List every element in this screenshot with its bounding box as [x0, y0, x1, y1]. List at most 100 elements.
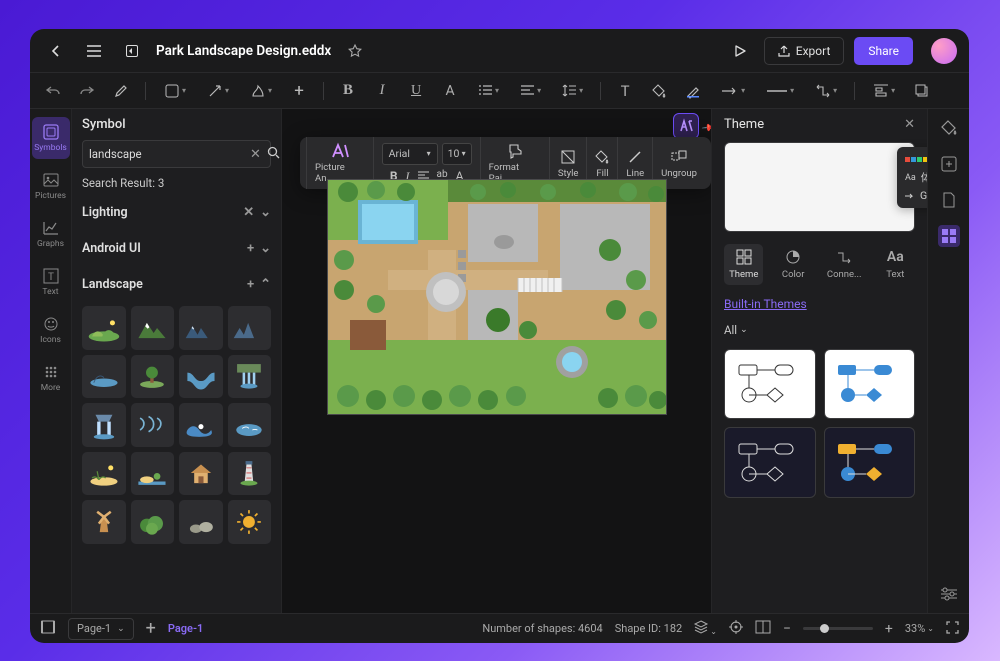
category-lighting[interactable]: Lighting✕⌄	[82, 198, 271, 226]
page-selector[interactable]: Page-1⌄	[68, 618, 134, 640]
symbol-pond[interactable]	[228, 403, 272, 447]
file-icon[interactable]	[118, 37, 146, 65]
page-width-icon[interactable]	[40, 620, 56, 637]
symbol-cascade[interactable]	[82, 403, 126, 447]
add-icon[interactable]: +	[286, 78, 312, 104]
symbol-wave[interactable]	[179, 403, 223, 447]
rightrail-add[interactable]	[938, 153, 960, 175]
text-tab[interactable]: AaText	[876, 244, 915, 285]
symbol-sun[interactable]	[228, 500, 272, 544]
menu-button[interactable]	[80, 37, 108, 65]
font-selector[interactable]: Arial▾	[382, 143, 438, 165]
category-android[interactable]: Android UI+⌄	[82, 234, 271, 262]
rightrail-page[interactable]	[938, 189, 960, 211]
symbol-stream[interactable]	[131, 403, 175, 447]
theme-thumb-4[interactable]	[824, 427, 916, 497]
connector-style-dropdown[interactable]: ▾	[808, 79, 843, 103]
symbol-waterfall[interactable]	[228, 355, 272, 399]
ai-button[interactable]	[673, 113, 699, 139]
theme-thumb-1[interactable]	[724, 349, 816, 419]
shape-align-dropdown[interactable]: ▾	[866, 79, 901, 103]
linespacing-dropdown[interactable]: ▾	[555, 79, 589, 103]
stroke-icon[interactable]	[680, 78, 706, 104]
bullets-dropdown[interactable]: ▾	[471, 79, 505, 103]
undo-button[interactable]	[40, 78, 66, 104]
close-panel-icon[interactable]: ✕	[904, 117, 915, 132]
rightrail-settings[interactable]	[938, 583, 960, 605]
export-button[interactable]: Export	[764, 37, 845, 65]
bold-button[interactable]: B	[335, 78, 361, 104]
theme-filter[interactable]: All⌄	[724, 323, 915, 337]
rail-pictures[interactable]: Pictures	[32, 165, 70, 207]
symbol-beach[interactable]	[82, 452, 126, 496]
search-field[interactable]: ✕	[82, 140, 271, 168]
symbol-peaks[interactable]	[179, 306, 223, 350]
add-page-button[interactable]: +	[146, 618, 156, 639]
general-option-3[interactable]: General	[905, 189, 927, 202]
symbol-lighthouse[interactable]	[228, 452, 272, 496]
shape-dropdown[interactable]: ▾	[157, 79, 192, 103]
fullscreen-icon[interactable]	[946, 621, 959, 637]
connector-tab[interactable]: Conne...	[823, 244, 866, 285]
italic-button[interactable]: I	[369, 78, 395, 104]
rightrail-fill[interactable]	[938, 117, 960, 139]
symbol-rocks[interactable]	[179, 500, 223, 544]
brush-icon[interactable]	[108, 78, 134, 104]
expand-icon[interactable]: ⌃	[260, 277, 271, 292]
focus-icon[interactable]	[729, 620, 743, 637]
theme-thumb-2[interactable]	[824, 349, 916, 419]
symbol-island-tree[interactable]	[131, 355, 175, 399]
add-category-icon[interactable]: +	[247, 277, 254, 292]
pages-icon[interactable]	[755, 620, 771, 637]
builtin-themes-link[interactable]: Built-in Themes	[724, 297, 915, 311]
general-option-2[interactable]: Aa体	[905, 170, 927, 185]
symbol-mountain[interactable]	[131, 306, 175, 350]
symbol-windmill[interactable]	[82, 500, 126, 544]
add-category-icon[interactable]: +	[247, 241, 254, 256]
zoom-slider[interactable]	[803, 627, 873, 630]
symbol-bush[interactable]	[131, 500, 175, 544]
drawing-dropdown[interactable]: ▾	[243, 79, 278, 103]
underline-button[interactable]: U	[403, 78, 429, 104]
symbol-hills[interactable]	[82, 306, 126, 350]
rail-graphs[interactable]: Graphs	[32, 213, 70, 255]
fill-bucket-icon[interactable]	[646, 78, 672, 104]
rail-more[interactable]: More	[32, 357, 70, 399]
remove-category-icon[interactable]: ✕	[243, 205, 254, 220]
canvas-page[interactable]	[327, 179, 667, 415]
general-option-1[interactable]: General	[905, 153, 927, 166]
collapse-icon[interactable]: ⌄	[260, 241, 271, 256]
size-selector[interactable]: 10▾	[442, 143, 472, 165]
symbol-ridge[interactable]	[228, 306, 272, 350]
pin-icon[interactable]: 📌	[700, 120, 711, 136]
redo-button[interactable]	[74, 78, 100, 104]
color-tab[interactable]: Color	[773, 244, 812, 285]
symbol-hut[interactable]	[179, 452, 223, 496]
rail-symbols[interactable]: Symbols	[32, 117, 70, 159]
symbol-river[interactable]	[179, 355, 223, 399]
layers-icon[interactable]	[909, 78, 935, 104]
symbol-lake[interactable]	[82, 355, 126, 399]
avatar[interactable]	[931, 38, 957, 64]
rightrail-theme[interactable]	[938, 225, 960, 247]
play-button[interactable]	[726, 37, 754, 65]
theme-tab[interactable]: Theme	[724, 244, 763, 285]
collapse-icon[interactable]: ⌄	[260, 205, 271, 220]
zoom-out[interactable]: −	[783, 621, 791, 637]
zoom-in[interactable]: +	[885, 621, 893, 637]
layers-status-icon[interactable]: ⌄	[694, 620, 717, 637]
line-style-dropdown[interactable]: ▾	[759, 79, 800, 103]
symbol-shore[interactable]	[131, 452, 175, 496]
search-icon[interactable]	[267, 146, 280, 162]
rail-text[interactable]: TText	[32, 261, 70, 303]
favorite-button[interactable]	[341, 37, 369, 65]
clear-search-icon[interactable]: ✕	[250, 147, 261, 162]
font-color-button[interactable]: A	[437, 78, 463, 104]
align-dropdown[interactable]: ▾	[513, 79, 547, 103]
back-button[interactable]	[42, 37, 70, 65]
zoom-level[interactable]: 33%⌄	[905, 622, 934, 635]
page-tab[interactable]: Page-1	[168, 622, 203, 635]
arrow-style-dropdown[interactable]: ▾	[714, 79, 751, 103]
category-landscape[interactable]: Landscape+⌃	[82, 270, 271, 298]
rail-icons[interactable]: Icons	[32, 309, 70, 351]
